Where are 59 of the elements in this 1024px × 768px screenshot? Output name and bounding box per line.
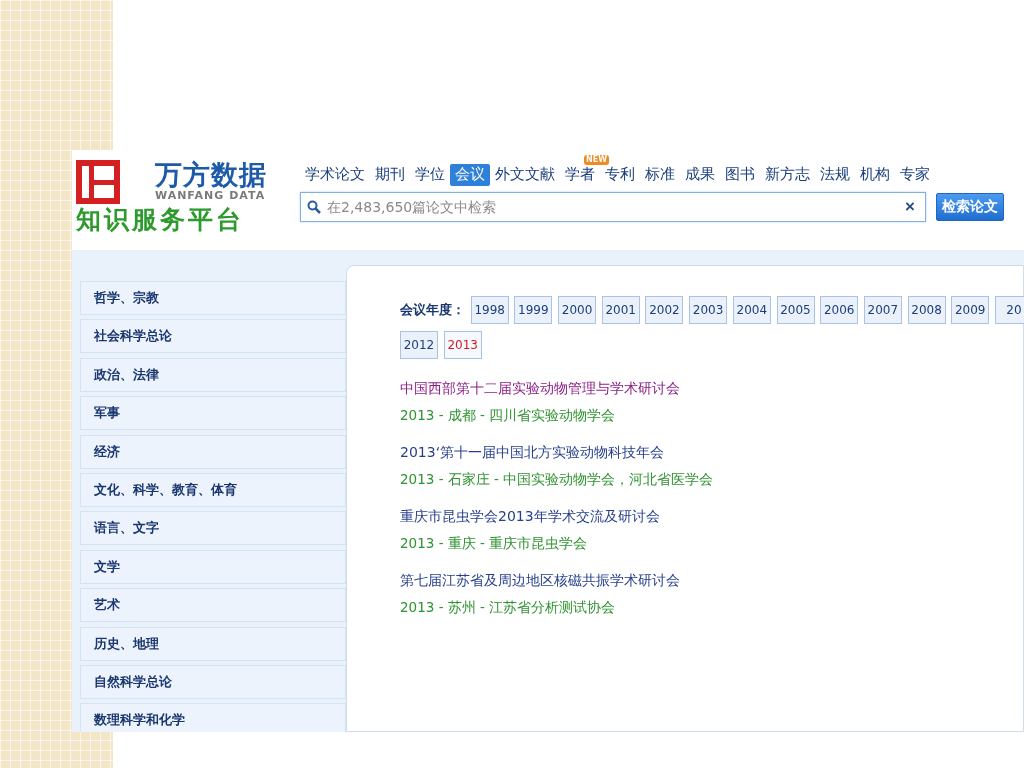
- nav-tab[interactable]: 学位: [410, 164, 450, 186]
- search-button[interactable]: 检索论文: [936, 193, 1004, 221]
- year-button[interactable]: 2003: [689, 296, 728, 324]
- conference-info: 2013 - 苏州 - 江苏省分析测试协会: [400, 599, 617, 617]
- sidebar-item[interactable]: 哲学、宗教: [80, 281, 346, 315]
- sidebar-item[interactable]: 军事: [80, 396, 346, 431]
- year-button[interactable]: 1999: [514, 296, 553, 324]
- year-button[interactable]: 2009: [951, 296, 990, 324]
- nav-tab[interactable]: 法规: [815, 164, 855, 186]
- sidebar-item[interactable]: 经济: [80, 434, 346, 469]
- year-button[interactable]: 2013: [443, 331, 482, 359]
- conference-link[interactable]: 重庆市昆虫学会2013年学术交流及研讨会: [400, 508, 1023, 526]
- nav-tab[interactable]: 外文文献: [490, 164, 560, 186]
- nav-tab[interactable]: 标准: [640, 164, 680, 186]
- conference-info: 2013 - 成都 - 四川省实验动物学会: [400, 407, 617, 425]
- year-button[interactable]: 20: [994, 296, 1024, 324]
- year-button[interactable]: 2005: [776, 296, 815, 324]
- nav-tab[interactable]: 专家: [895, 164, 935, 186]
- logo-subtitle: WANFANG DATA: [155, 190, 267, 202]
- conference-link[interactable]: 中国西部第十二届实验动物管理与学术研讨会: [400, 380, 1023, 398]
- sidebar-item[interactable]: 艺术: [80, 588, 346, 623]
- year-button[interactable]: 2008: [907, 296, 946, 324]
- sidebar-item[interactable]: 政治、法律: [80, 357, 346, 392]
- clear-button[interactable]: ×: [905, 197, 915, 217]
- year-button[interactable]: 2000: [558, 296, 597, 324]
- sidebar-item[interactable]: 社会科学总论: [80, 319, 346, 354]
- logo-tagline: 知识服务平台: [76, 205, 245, 235]
- conference-link[interactable]: 第七届江苏省及周边地区核磁共振学术研讨会: [400, 572, 1023, 590]
- nav-tab[interactable]: 机构: [855, 164, 895, 186]
- new-badge: NEW: [584, 155, 609, 165]
- year-button[interactable]: 1998: [470, 296, 509, 324]
- sidebar-item[interactable]: 自然科学总论: [80, 664, 346, 699]
- year-label: 会议年度：: [400, 301, 465, 319]
- year-button[interactable]: 2001: [601, 296, 640, 324]
- sidebar-item[interactable]: 文化、科学、教育、体育: [80, 472, 346, 507]
- search-icon: [307, 200, 321, 214]
- sidebar-item[interactable]: 历史、地理: [80, 626, 346, 661]
- nav-tab[interactable]: 学者: [560, 164, 600, 186]
- conference-info: 2013 - 石家庄 - 中国实验动物学会，河北省医学会: [400, 471, 715, 489]
- year-button[interactable]: 2007: [863, 296, 902, 324]
- nav-tab[interactable]: 成果: [680, 164, 720, 186]
- conference-info: 2013 - 重庆 - 重庆市昆虫学会: [400, 535, 589, 553]
- search-field[interactable]: 在2,483,650篇论文中检索 ×: [300, 192, 926, 222]
- year-button[interactable]: 2004: [732, 296, 771, 324]
- year-button[interactable]: 2002: [645, 296, 684, 324]
- nav-tab[interactable]: 期刊: [370, 164, 410, 186]
- conference-link[interactable]: 2013‘第十一届中国北方实验动物科技年会: [400, 444, 1023, 462]
- year-button[interactable]: 2006: [820, 296, 859, 324]
- logo-icon: [76, 160, 120, 204]
- nav-tab[interactable]: 会议: [450, 164, 490, 186]
- sidebar-item[interactable]: 数理科学和化学: [80, 703, 346, 732]
- sidebar-item[interactable]: 文学: [80, 549, 346, 584]
- nav-tab[interactable]: 图书: [720, 164, 760, 186]
- nav-tab[interactable]: 专利: [600, 164, 640, 186]
- logo-name: 万方数据: [155, 160, 268, 190]
- nav-tab[interactable]: 学术论文: [300, 164, 370, 186]
- year-button[interactable]: 2012: [400, 331, 438, 359]
- nav-tab[interactable]: 新方志: [760, 164, 815, 186]
- sidebar-item[interactable]: 语言、文字: [80, 511, 346, 546]
